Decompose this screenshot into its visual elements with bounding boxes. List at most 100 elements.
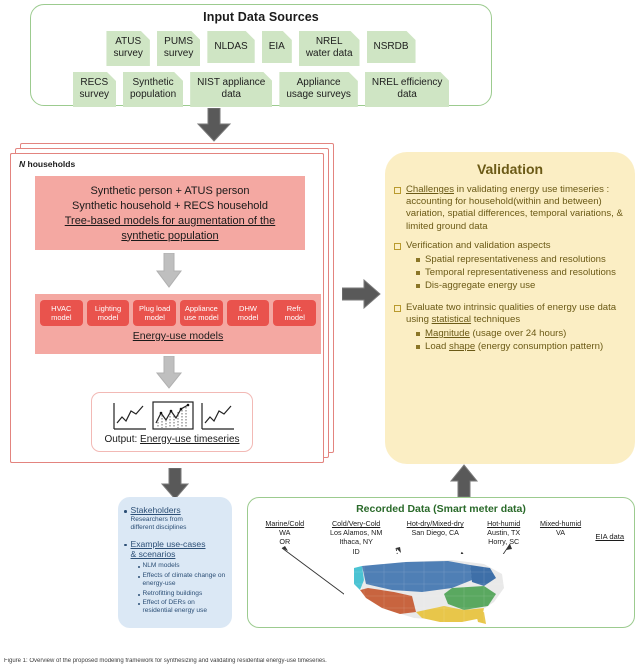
model-chip-hvac-line2: model xyxy=(51,313,72,322)
stakeholders-body-line1: Researchers from xyxy=(130,515,183,523)
bullet-dot-icon xyxy=(137,593,140,596)
validation-item-aspects: Verification and validation aspects Spat… xyxy=(394,240,626,293)
output-label-prefix: Output: xyxy=(104,434,141,445)
input-source-nldas-line1: NLDAS xyxy=(214,40,248,52)
validation-loadshape-pre: Load xyxy=(425,341,450,353)
us-climate-zone-map xyxy=(344,554,514,626)
validation-loadshape-keyword: shape xyxy=(449,341,476,353)
timeseries-thumbnails-icon xyxy=(113,401,234,430)
use-case-climate: Effects of climate change on energy-use xyxy=(137,571,227,588)
use-case-climate-text: Effects of climate change on energy-use xyxy=(142,571,226,587)
validation-item-aspects-text: Verification and validation aspects xyxy=(406,239,551,251)
validation-subitem-disaggregate: Dis-aggregate energy use xyxy=(416,280,626,292)
arrow-models-to-output-icon xyxy=(155,356,183,389)
validation-challenges-keyword: Challenges xyxy=(406,184,455,195)
validation-item-evaluate-text: Evaluate two intrinsic qualities of ener… xyxy=(406,302,626,326)
model-chip-hvac: HVAC model xyxy=(39,300,83,326)
bullet-dot-icon xyxy=(124,543,127,547)
use-case-ders: Effect of DERs on residential energy use xyxy=(137,599,227,615)
input-source-nrel-efficiency: NREL efficiency data xyxy=(365,72,450,107)
input-source-eia-line1: EIA xyxy=(268,40,285,52)
figure-caption: Figure 1: Overview of the proposed model… xyxy=(4,658,327,664)
validation-aspects-sublist: Spatial representativeness and resolutio… xyxy=(416,254,626,293)
synthesis-line-1: Synthetic person + ATUS person xyxy=(90,184,250,197)
stakeholders-panel: Stakeholders Researchers from different … xyxy=(118,497,232,628)
bullet-square-icon xyxy=(416,271,420,276)
validation-subitem-spatial: Spatial representativeness and resolutio… xyxy=(416,254,626,266)
model-chip-lighting-line2: model xyxy=(97,313,119,322)
input-source-synthetic-population-line2: population xyxy=(130,89,177,100)
input-source-nldas: NLDAS xyxy=(207,31,254,63)
n-households-stack: N households Synthetic person + ATUS per… xyxy=(10,143,340,466)
model-chip-appliance-use-line1: Appliance xyxy=(184,304,218,313)
input-source-atus-line1: ATUS xyxy=(115,36,142,47)
checkbox-square-icon xyxy=(394,304,401,312)
input-source-eia: EIA xyxy=(262,31,292,63)
input-source-nsrdb: NSRDB xyxy=(367,31,416,63)
model-chip-lighting: Lighting model xyxy=(86,300,130,326)
model-chip-plug-load: Plug load model xyxy=(133,300,176,326)
arrow-households-to-validation-icon xyxy=(342,279,381,309)
checkbox-square-icon xyxy=(394,187,401,194)
input-source-recs: RECS survey xyxy=(73,72,116,107)
use-cases-item: Example use-cases & scenarios NLM models… xyxy=(118,532,232,616)
input-source-recs-line1: RECS xyxy=(80,77,109,88)
validation-item-challenges-text: Challenges in validating energy use time… xyxy=(406,184,626,233)
validation-subitem-loadshape-text: Load shape (energy consumption pattern) xyxy=(425,341,603,353)
stakeholders-heading: Stakeholders xyxy=(130,505,181,515)
input-data-sources-title: Input Data Sources xyxy=(203,10,319,24)
model-chip-plug-load-line1: Plug load xyxy=(139,304,171,313)
validation-magnitude-keyword: Magnitude xyxy=(425,328,470,340)
bullet-dot-icon xyxy=(124,510,127,513)
model-chip-dhw: DHW model xyxy=(226,300,270,326)
bullet-square-icon xyxy=(416,258,420,263)
bullet-square-icon xyxy=(416,284,420,289)
use-case-ders-text: Effect of DERs on residential energy use xyxy=(142,599,208,615)
validation-subitem-disaggregate-text: Dis-aggregate energy use xyxy=(425,280,536,292)
validation-evaluate-keyword: statistical xyxy=(431,313,472,325)
model-chip-refrigeration-line1: Refr. xyxy=(286,304,303,313)
model-chip-refrigeration: Refr. model xyxy=(273,300,317,326)
use-case-retrofit: Retrofitting buildings xyxy=(137,589,227,598)
energy-use-models-label: Energy-use models xyxy=(132,330,224,342)
input-source-pums-line1: PUMS xyxy=(164,36,194,47)
input-source-atus: ATUS survey xyxy=(106,31,149,66)
energy-use-models-box: HVAC model Lighting model Plug load mode… xyxy=(35,294,321,354)
energy-model-chip-list: HVAC model Lighting model Plug load mode… xyxy=(35,294,321,326)
input-source-synthetic-population: Synthetic population xyxy=(123,72,183,107)
validation-item-evaluate: Evaluate two intrinsic qualities of ener… xyxy=(394,302,626,354)
input-source-appliance-usage-line2: usage surveys xyxy=(286,89,351,100)
bullet-dot-icon xyxy=(137,575,140,578)
synthesis-line-3: Tree-based models for augmentation of th… xyxy=(64,214,276,227)
input-source-atus-line2: survey xyxy=(113,48,143,59)
input-source-nrel-water-line2: water data xyxy=(305,48,353,59)
input-source-nrel-water-line1: NREL xyxy=(315,36,343,47)
use-case-nlm: NLM models xyxy=(137,562,227,570)
bullet-dot-icon xyxy=(137,565,140,568)
validation-subitem-loadshape: Load shape (energy consumption pattern) xyxy=(416,341,626,353)
model-chip-appliance-use: Appliance use model xyxy=(180,300,223,326)
validation-evaluate-sublist: Magnitude (usage over 24 hours) Load sha… xyxy=(416,328,626,353)
bullet-square-icon xyxy=(416,332,420,337)
use-case-retrofit-text: Retrofitting buildings xyxy=(142,589,203,597)
input-source-nrel-efficiency-line1: NREL efficiency xyxy=(371,77,443,88)
bullet-square-icon xyxy=(416,345,420,350)
synthesis-line-2: Synthetic household + RECS household xyxy=(72,199,268,212)
output-timeseries-label: Output: Energy-use timeseries xyxy=(104,434,239,445)
input-source-nrel-water: NREL water data xyxy=(299,31,360,66)
model-chip-dhw-line1: DHW xyxy=(239,304,257,313)
input-source-synthetic-population-line1: Synthetic xyxy=(132,77,174,88)
validation-magnitude-rest: (usage over 24 hours) xyxy=(469,328,567,340)
arrow-recorded-to-validation-icon xyxy=(449,464,479,498)
synthetic-population-box: Synthetic person + ATUS person Synthetic… xyxy=(35,176,305,250)
input-source-appliance-usage: Appliance usage surveys xyxy=(279,72,357,107)
input-source-appliance-usage-line1: Appliance xyxy=(296,77,341,88)
n-households-label: N households xyxy=(19,159,75,169)
use-cases-heading-line2: & scenarios xyxy=(130,549,176,560)
validation-title: Validation xyxy=(476,161,544,177)
input-source-recs-line2: survey xyxy=(79,89,109,100)
synthesis-line-4: synthetic population xyxy=(121,229,219,242)
stakeholders-item: Stakeholders Researchers from different … xyxy=(118,497,232,532)
validation-panel: Validation Challenges in validating ener… xyxy=(385,152,635,464)
input-source-nrel-efficiency-line2: data xyxy=(397,89,417,100)
